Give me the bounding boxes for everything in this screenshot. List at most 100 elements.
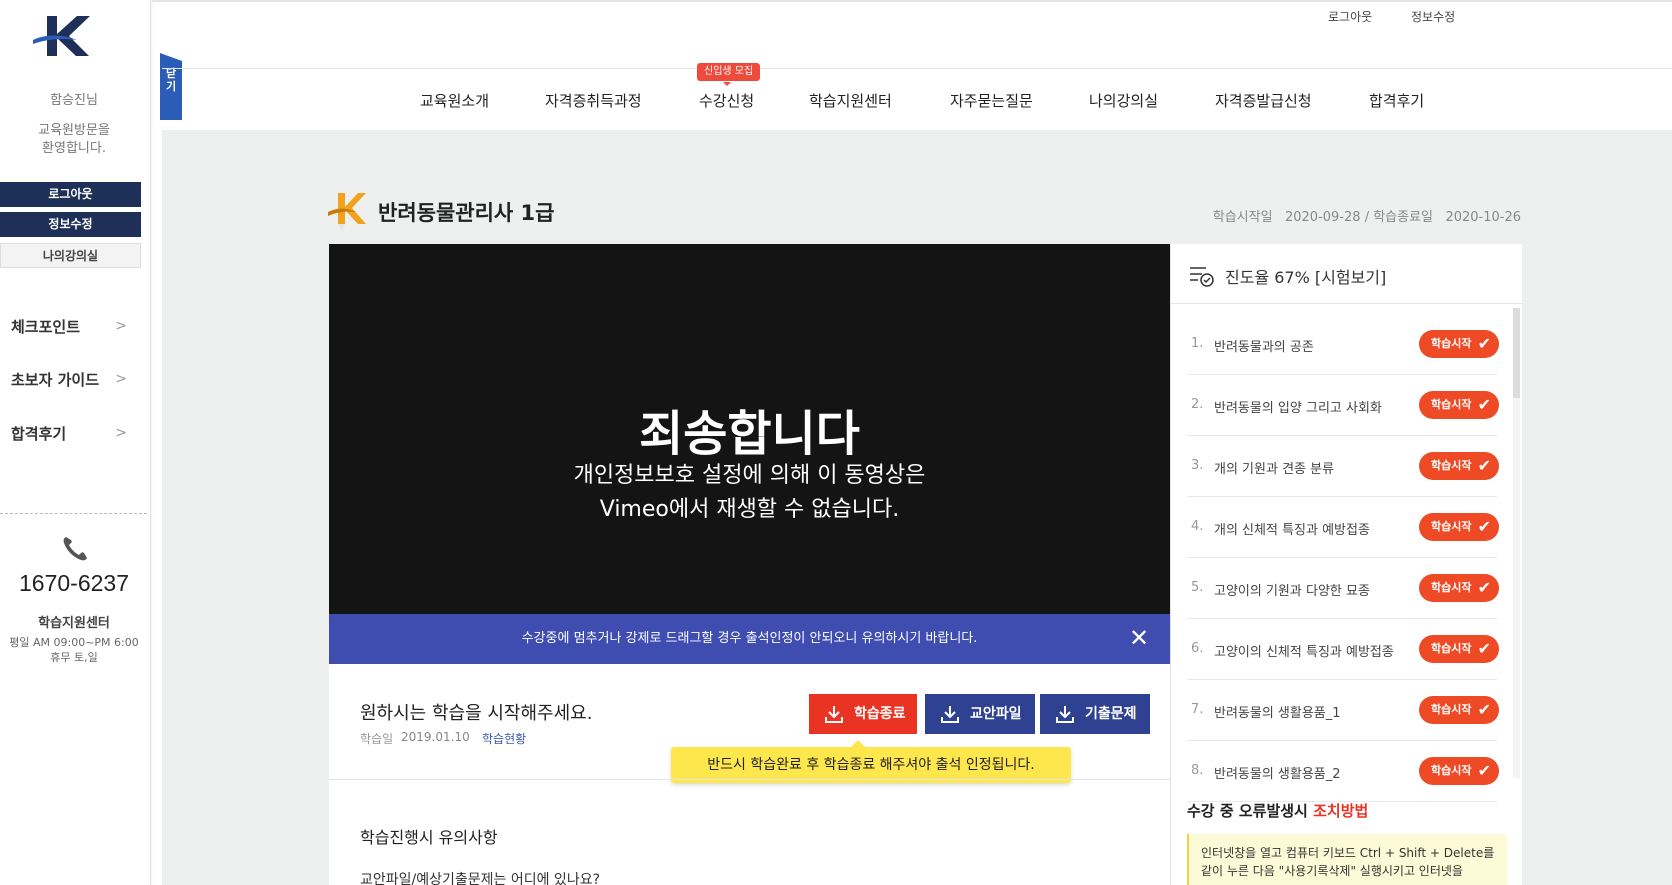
sidebar-menu-label: 합격후기	[11, 425, 67, 443]
new-student-badge: 신입생 모집	[697, 63, 761, 86]
start-lesson-button[interactable]: 학습시작 ✔	[1419, 330, 1499, 358]
progress-label: 진도율 67% [시험보기]	[1225, 268, 1387, 287]
scrollbar-thumb[interactable]	[1513, 308, 1520, 398]
lesson-name: 고양이의 기원과 다양한 묘종	[1214, 584, 1370, 599]
sidebar-menu-beginner-guide[interactable]: 초보자 가이드 >	[11, 369, 139, 393]
header-divider	[162, 68, 1672, 69]
lesson-divider	[329, 779, 1170, 780]
sidebar-close-tab[interactable]: 닫 기	[160, 53, 182, 120]
lesson-list-scrollbar[interactable]	[1513, 308, 1520, 778]
past-exam-button[interactable]: 기출문제	[1040, 694, 1150, 734]
sidebar-menu-label: 체크포인트	[11, 318, 81, 336]
course-k-logo-icon	[328, 193, 366, 231]
close-icon[interactable]: ✕	[1128, 626, 1150, 650]
video-error-line-2: Vimeo에서 재생할 수 없습니다.	[599, 497, 900, 522]
sidebar-edit-info-button[interactable]: 정보수정	[0, 212, 141, 237]
lesson-list-panel: 진도율 67% [시험보기] 1. 반려동물과의 공존 학습시작 ✔ 2. 반려동물의 입…	[1170, 244, 1523, 885]
close-tab-char-2: 기	[165, 80, 177, 93]
download-icon	[825, 706, 843, 723]
lesson-name: 반려동물과의 공존	[1214, 340, 1314, 355]
start-lesson-label: 학습시작	[1431, 398, 1472, 411]
check-icon: ✔	[1477, 761, 1491, 780]
caution-question: 교안파일/예상기출문제는 어디에 있나요?	[360, 872, 601, 885]
course-dates: 학습시작일 2020-09-28 / 학습종료일 2020-10-26	[1213, 206, 1521, 225]
top-border	[152, 0, 1672, 2]
support-hours-holiday: 휴무 토,일	[50, 651, 98, 664]
nav-my-classroom[interactable]: 나의강의실	[1089, 90, 1158, 111]
lesson-number: 2.	[1191, 397, 1204, 412]
lesson-number: 3.	[1191, 458, 1204, 473]
nav-reviews[interactable]: 합격후기	[1369, 90, 1424, 111]
material-file-button[interactable]: 교안파일	[925, 694, 1035, 734]
error-help-title: 수강 중 오류발생시 조치방법	[1187, 800, 1368, 821]
download-icon	[941, 706, 959, 723]
welcome-line-2: 환영합니다.	[42, 141, 106, 156]
end-lesson-label: 학습종료	[854, 706, 906, 722]
k-logo-icon[interactable]	[33, 14, 93, 60]
lesson-name: 반려동물의 입양 그리고 사회화	[1214, 401, 1382, 416]
start-lesson-button[interactable]: 학습시작 ✔	[1419, 452, 1499, 480]
sidebar-menu-label: 초보자 가이드	[11, 371, 100, 389]
check-icon: ✔	[1477, 395, 1491, 414]
lesson-number: 6.	[1191, 641, 1204, 656]
download-icon	[1056, 706, 1074, 723]
end-date: 2020-10-26	[1445, 210, 1521, 225]
nav-enroll[interactable]: 수강신청	[699, 90, 754, 111]
sidebar-logout-button[interactable]: 로그아웃	[0, 182, 141, 207]
attendance-notice-bar: 수강중에 멈추거나 강제로 드래그할 경우 출석인정이 안되오니 유의하시기 바…	[329, 614, 1170, 664]
material-file-label: 교안파일	[970, 706, 1022, 722]
lesson-row: 7. 반려동물의 생활용품_1 학습시작 ✔	[1187, 680, 1499, 741]
check-icon: ✔	[1477, 456, 1491, 475]
start-lesson-label: 학습시작	[1431, 764, 1472, 777]
lesson-name: 개의 신체적 특징과 예방접종	[1214, 523, 1370, 538]
start-lesson-button[interactable]: 학습시작 ✔	[1419, 391, 1499, 419]
support-hours-weekday: 평일 AM 09:00~PM 6:00	[9, 636, 139, 649]
progress-header[interactable]: 진도율 67% [시험보기]	[1171, 244, 1523, 304]
sidebar-my-classroom-button[interactable]: 나의강의실	[0, 243, 141, 268]
lesson-number: 1.	[1191, 336, 1204, 351]
chevron-right-icon: >	[115, 318, 127, 334]
chevron-right-icon: >	[115, 425, 127, 441]
nav-learning-support[interactable]: 학습지원센터	[809, 90, 892, 111]
lesson-number: 5.	[1191, 580, 1204, 595]
sidebar-menu-checkpoint[interactable]: 체크포인트 >	[11, 316, 139, 340]
start-lesson-label: 학습시작	[1431, 581, 1472, 594]
lesson-name: 고양이의 신체적 특징과 예방접종	[1214, 645, 1394, 660]
nav-courses[interactable]: 자격증취득과정	[545, 90, 642, 111]
check-icon: ✔	[1477, 334, 1491, 353]
start-lesson-button[interactable]: 학습시작 ✔	[1419, 757, 1499, 785]
lesson-date: 2019.01.10	[401, 730, 470, 744]
start-lesson-button[interactable]: 학습시작 ✔	[1419, 574, 1499, 602]
start-lesson-button[interactable]: 학습시작 ✔	[1419, 513, 1499, 541]
support-hours: 평일 AM 09:00~PM 6:00 휴무 토,일	[0, 635, 148, 665]
sidebar-divider	[0, 513, 147, 514]
nav-faq[interactable]: 자주묻는질문	[950, 90, 1033, 111]
lesson-name: 반려동물의 생활용품_2	[1214, 767, 1341, 782]
error-help-box: 인터넷창을 열고 컴퓨터 키보드 Ctrl + Shift + Delete를 …	[1187, 834, 1507, 885]
date-separator: /	[1364, 210, 1370, 225]
lesson-status-link[interactable]: 학습현황	[482, 730, 526, 747]
start-lesson-button[interactable]: 학습시작 ✔	[1419, 696, 1499, 724]
header-logout-link[interactable]: 로그아웃	[1328, 8, 1372, 25]
start-lesson-button[interactable]: 학습시작 ✔	[1419, 635, 1499, 663]
end-lesson-tooltip: 반드시 학습완료 후 학습종료 해주셔야 출석 인정됩니다.	[671, 740, 1071, 783]
nav-about[interactable]: 교육원소개	[420, 90, 489, 111]
lesson-number: 8.	[1191, 763, 1204, 778]
end-lesson-button[interactable]: 학습종료	[809, 694, 917, 734]
caution-title: 학습진행시 유의사항	[360, 828, 498, 847]
start-lesson-label: 학습시작	[1431, 520, 1472, 533]
error-help-line-1: 인터넷창을 열고 컴퓨터 키보드 Ctrl + Shift + Delete를	[1201, 846, 1495, 860]
video-player[interactable]: 죄송합니다 개인정보보호 설정에 의해 이 동영상은 Vimeo에서 재생할 수…	[329, 244, 1170, 614]
lesson-row: 8. 반려동물의 생활용품_2 학습시작 ✔	[1187, 741, 1499, 802]
lesson-number: 7.	[1191, 702, 1204, 717]
lesson-name: 개의 기원과 견종 분류	[1214, 462, 1335, 477]
lesson-number: 4.	[1191, 519, 1204, 534]
lesson-heading: 원하시는 학습을 시작해주세요.	[360, 703, 593, 724]
start-lesson-label: 학습시작	[1431, 337, 1472, 350]
nav-certificate[interactable]: 자격증발급신청	[1215, 90, 1312, 111]
sidebar-menu-reviews[interactable]: 합격후기 >	[11, 423, 139, 447]
check-icon: ✔	[1477, 578, 1491, 597]
header-edit-info-link[interactable]: 정보수정	[1411, 8, 1455, 25]
lesson-date-label: 학습일	[360, 732, 394, 746]
start-lesson-label: 학습시작	[1431, 642, 1472, 655]
